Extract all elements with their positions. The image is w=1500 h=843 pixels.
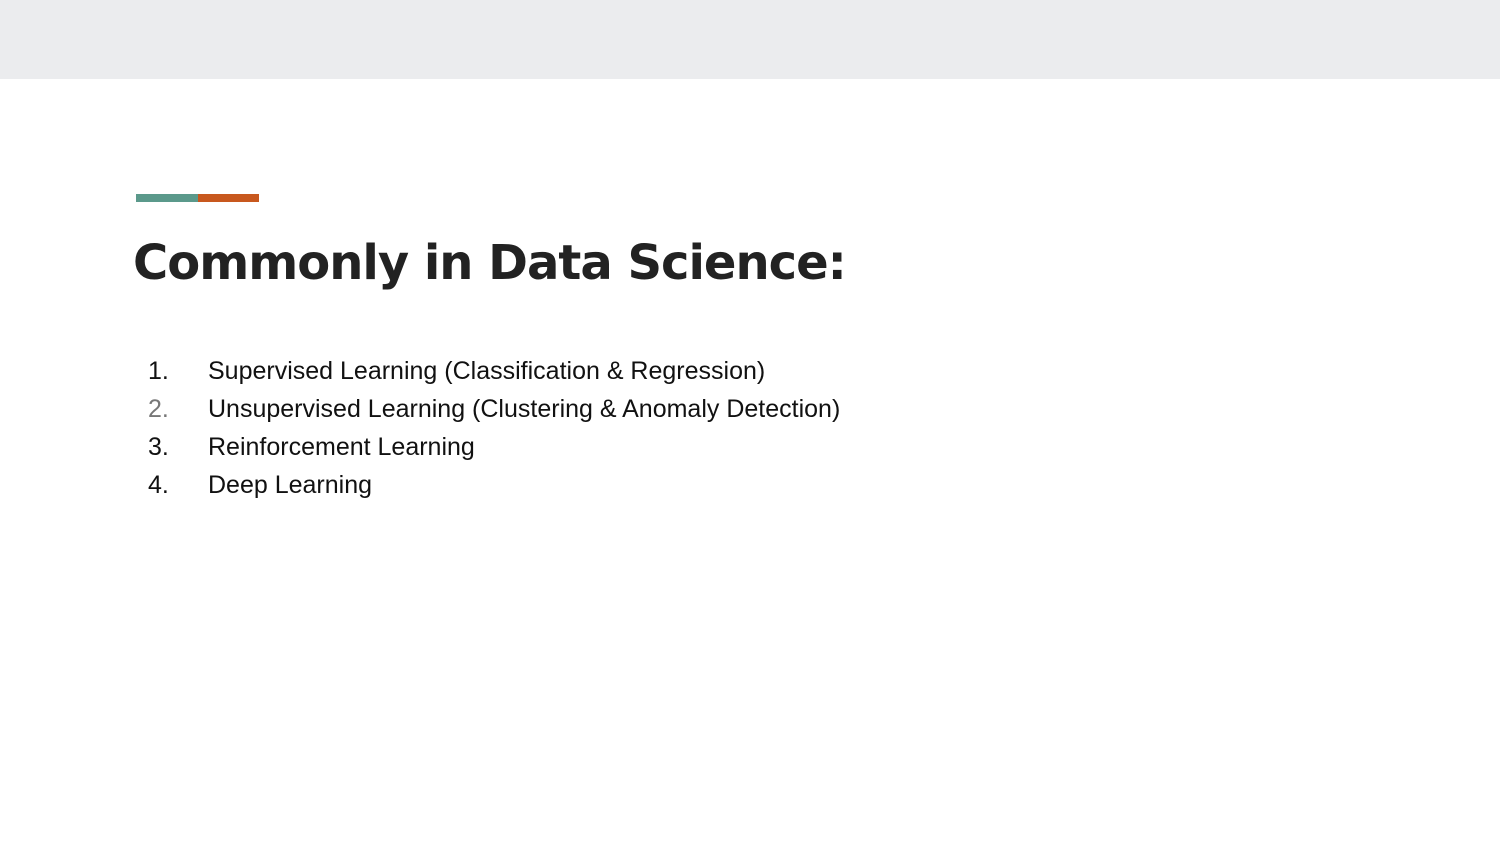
list-item-label: Supervised Learning (Classification & Re… xyxy=(208,357,766,385)
list-item-label: Reinforcement Learning xyxy=(208,433,475,461)
list-item-number: 1. xyxy=(148,357,169,385)
title-accent-bar-teal xyxy=(136,194,198,202)
list-item-label: Unsupervised Learning (Clustering & Anom… xyxy=(208,395,841,423)
list-item-number: 2. xyxy=(148,395,169,423)
list-item-label: Deep Learning xyxy=(208,471,373,499)
list-item-number: 4. xyxy=(148,471,169,499)
title-accent-bar-orange xyxy=(198,194,259,202)
list-item-number: 3. xyxy=(148,433,169,461)
slide-title: Commonly in Data Science: xyxy=(133,235,847,291)
slide-header-band xyxy=(0,0,1500,79)
